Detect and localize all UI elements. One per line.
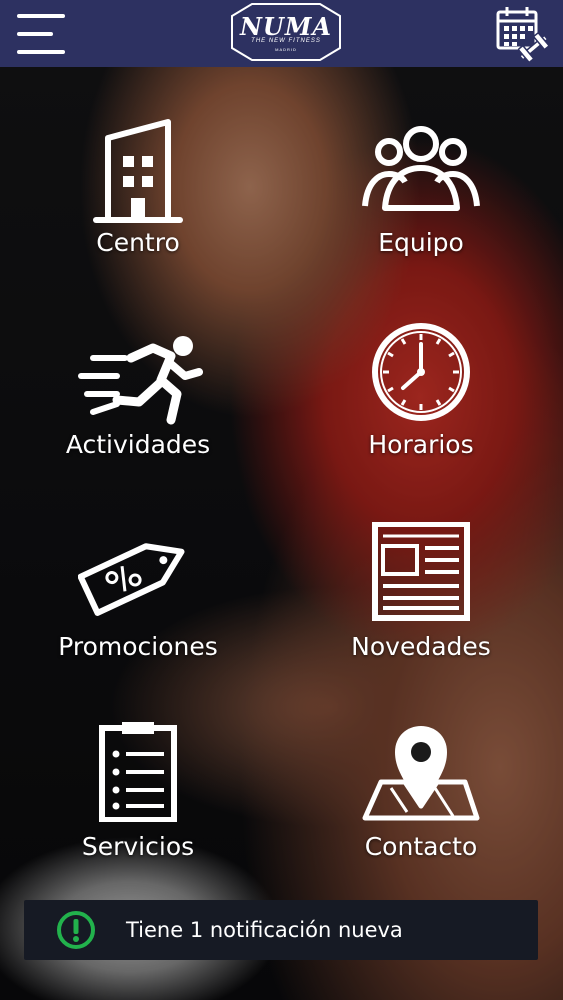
menu-novedades[interactable]: Novedades (311, 522, 531, 692)
clock-icon (361, 322, 481, 432)
map-pin-icon (361, 722, 481, 832)
app-header: NUMA THE NEW FITNESS MADRID (0, 0, 563, 67)
menu-actividades[interactable]: Actividades (28, 328, 248, 498)
menu-contacto[interactable]: Contacto (311, 722, 531, 892)
running-icon (73, 328, 203, 438)
discount-tag-icon (78, 522, 198, 632)
menu-horarios[interactable]: Horarios (311, 322, 531, 492)
team-icon (361, 118, 481, 228)
menu-label: Centro (96, 228, 180, 257)
notification-text: Tiene 1 notificación nueva (126, 918, 403, 942)
menu-label: Actividades (65, 430, 211, 459)
menu-line (17, 14, 65, 18)
brand-logo[interactable]: NUMA THE NEW FITNESS MADRID (222, 2, 350, 64)
logo-city: MADRID (275, 47, 297, 52)
exclamation-circle-icon (56, 910, 96, 950)
menu-promociones[interactable]: Promociones (28, 522, 248, 692)
clipboard-icon (78, 722, 198, 832)
menu-equipo[interactable]: Equipo (311, 118, 531, 288)
menu-label: Servicios (81, 832, 195, 861)
calendar-dumbbell-icon (496, 7, 550, 62)
building-icon (78, 118, 198, 228)
menu-label: Equipo (378, 228, 464, 257)
menu-line (17, 32, 53, 36)
menu-label: Promociones (58, 632, 218, 661)
menu-line (17, 50, 65, 54)
menu-label: Horarios (368, 430, 474, 459)
notification-banner[interactable]: Tiene 1 notificación nueva (24, 900, 538, 960)
calendar-button[interactable] (492, 4, 550, 62)
menu-centro[interactable]: Centro (28, 118, 248, 288)
logo-tagline: THE NEW FITNESS (251, 38, 321, 44)
menu-label: Contacto (364, 832, 478, 861)
logo-word: NUMA (239, 12, 333, 41)
newspaper-icon (361, 522, 481, 632)
hamburger-menu-button[interactable] (14, 10, 70, 58)
menu-label: Novedades (351, 632, 491, 661)
menu-servicios[interactable]: Servicios (28, 722, 248, 892)
